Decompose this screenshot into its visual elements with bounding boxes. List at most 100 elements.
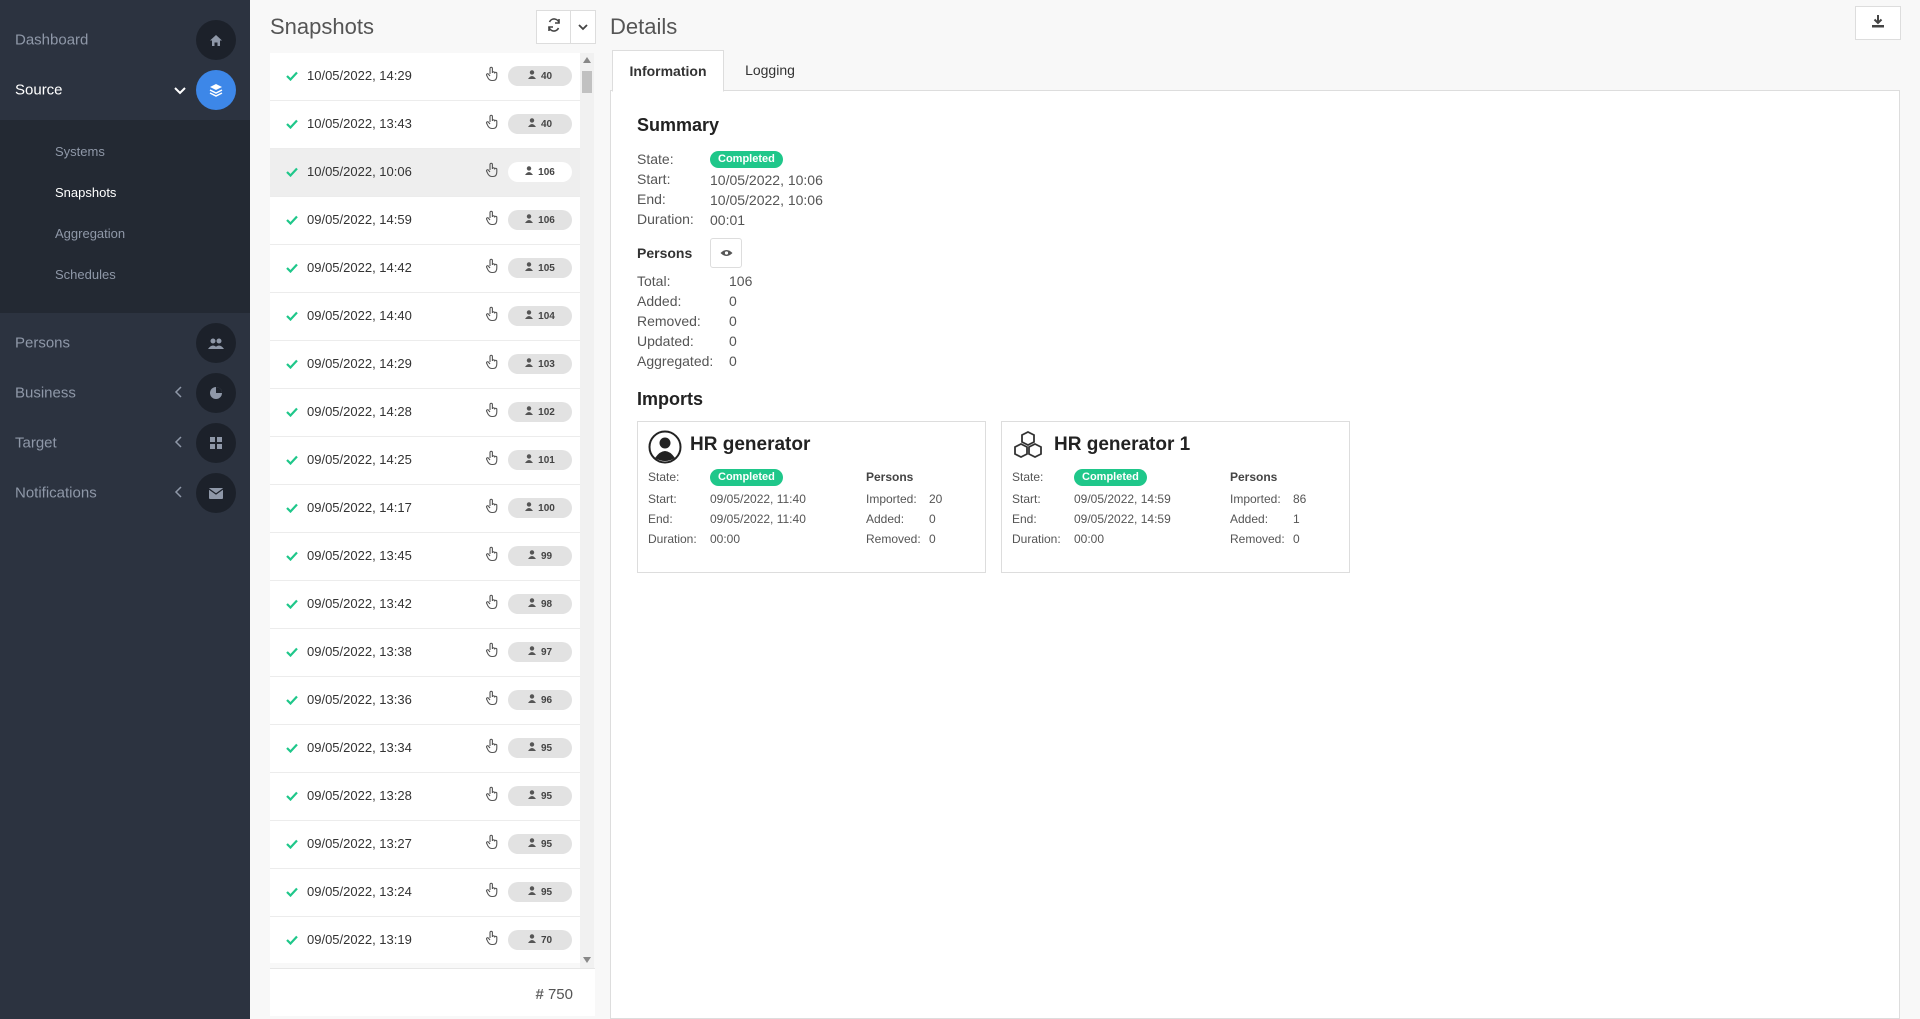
check-icon [286, 788, 298, 806]
snapshot-row[interactable]: 10/05/2022, 10:06 106 [270, 149, 580, 197]
import-end-label: End: [648, 512, 673, 526]
hand-pointer-icon[interactable] [485, 546, 499, 567]
snapshot-row[interactable]: 09/05/2022, 14:29 103 [270, 341, 580, 389]
import-added-label: Added: [866, 512, 905, 526]
hand-pointer-icon[interactable] [485, 594, 499, 615]
check-icon [286, 692, 298, 710]
subnav-systems[interactable]: Systems [55, 144, 105, 159]
scroll-down-arrow-icon[interactable] [583, 957, 591, 963]
subnav-schedules[interactable]: Schedules [55, 267, 116, 282]
nav-target[interactable]: Target [0, 418, 250, 468]
person-count: 95 [540, 886, 553, 898]
envelope-icon[interactable] [196, 473, 236, 513]
hand-pointer-icon[interactable] [485, 930, 499, 951]
nav-notifications[interactable]: Notifications [0, 468, 250, 518]
person-count: 103 [538, 358, 555, 370]
refresh-button[interactable] [536, 10, 572, 44]
snapshot-row[interactable]: 09/05/2022, 14:59 106 [270, 197, 580, 245]
hand-pointer-icon[interactable] [485, 402, 499, 423]
snapshot-list-scrollbar[interactable] [580, 53, 594, 968]
hand-pointer-icon[interactable] [485, 162, 499, 183]
summary-heading: Summary [637, 115, 720, 135]
chevron-left-icon [174, 435, 182, 451]
tab-information[interactable]: Information [612, 50, 724, 92]
snapshot-row[interactable]: 10/05/2022, 13:43 40 [270, 101, 580, 149]
snapshot-row[interactable]: 09/05/2022, 13:34 95 [270, 725, 580, 773]
snapshot-row[interactable]: 09/05/2022, 13:36 96 [270, 677, 580, 725]
import-card[interactable]: HR generator 1 State: Completed Start: 0… [1001, 421, 1350, 573]
snapshot-total-value: 750 [547, 986, 573, 1003]
users-icon[interactable] [196, 323, 236, 363]
person-count: 95 [540, 790, 553, 802]
persons-removed-label: Removed: [637, 313, 701, 329]
snapshot-row[interactable]: 10/05/2022, 14:29 40 [270, 53, 580, 101]
snapshot-row[interactable]: 09/05/2022, 13:38 97 [270, 629, 580, 677]
person-count-badge: 40 [508, 66, 572, 86]
nav-persons[interactable]: Persons [0, 318, 250, 368]
snapshot-row[interactable]: 09/05/2022, 14:40 104 [270, 293, 580, 341]
snapshot-date: 10/05/2022, 10:06 [307, 164, 412, 179]
check-icon [286, 404, 298, 422]
hand-pointer-icon[interactable] [485, 114, 499, 135]
tab-logging[interactable]: Logging [724, 50, 816, 90]
import-added-label: Added: [1230, 512, 1269, 526]
snapshot-date: 10/05/2022, 13:43 [307, 116, 412, 131]
hand-pointer-icon[interactable] [485, 450, 499, 471]
scroll-up-arrow-icon[interactable] [583, 57, 591, 63]
scroll-thumb[interactable] [582, 71, 592, 93]
snapshot-row[interactable]: 09/05/2022, 14:42 105 [270, 245, 580, 293]
hand-pointer-icon[interactable] [485, 882, 499, 903]
hand-pointer-icon[interactable] [485, 354, 499, 375]
snapshot-row[interactable]: 09/05/2022, 14:28 102 [270, 389, 580, 437]
refresh-dropdown-button[interactable] [570, 10, 596, 44]
user-icon [525, 454, 534, 466]
import-imported-label: Imported: [1230, 492, 1281, 506]
layers-icon[interactable] [196, 70, 236, 110]
view-persons-button[interactable] [710, 238, 742, 268]
hand-pointer-icon[interactable] [485, 738, 499, 759]
import-name: HR generator 1 [1054, 434, 1191, 455]
snapshot-row[interactable]: 09/05/2022, 13:27 95 [270, 821, 580, 869]
snapshot-date: 09/05/2022, 13:34 [307, 740, 412, 755]
snapshot-row[interactable]: 09/05/2022, 13:42 98 [270, 581, 580, 629]
hand-pointer-icon[interactable] [485, 66, 499, 87]
hand-pointer-icon[interactable] [485, 642, 499, 663]
hand-pointer-icon[interactable] [485, 834, 499, 855]
hand-pointer-icon[interactable] [485, 786, 499, 807]
hand-pointer-icon[interactable] [485, 210, 499, 231]
snapshot-row[interactable]: 09/05/2022, 13:45 99 [270, 533, 580, 581]
snapshots-title: Snapshots [270, 14, 374, 39]
snapshot-row[interactable]: 09/05/2022, 13:19 70 [270, 917, 580, 963]
person-count-badge: 102 [508, 402, 572, 422]
hand-pointer-icon[interactable] [485, 258, 499, 279]
snapshot-row[interactable]: 09/05/2022, 13:28 95 [270, 773, 580, 821]
snapshot-row[interactable]: 09/05/2022, 14:25 101 [270, 437, 580, 485]
check-icon [286, 884, 298, 902]
user-icon [525, 358, 534, 370]
snapshot-row[interactable]: 09/05/2022, 13:24 95 [270, 869, 580, 917]
home-icon[interactable] [196, 20, 236, 60]
import-card[interactable]: HR generator State: Completed Start: 09/… [637, 421, 986, 573]
person-count: 95 [540, 742, 553, 754]
hand-pointer-icon[interactable] [485, 690, 499, 711]
snapshot-row[interactable]: 09/05/2022, 14:17 100 [270, 485, 580, 533]
pie-chart-icon[interactable] [196, 373, 236, 413]
nav-source[interactable]: Source [0, 65, 250, 115]
hand-pointer-icon[interactable] [485, 306, 499, 327]
grid-icon[interactable] [196, 423, 236, 463]
import-start-label: Start: [648, 492, 677, 506]
subnav-snapshots[interactable]: Snapshots [55, 185, 116, 200]
subnav-aggregation[interactable]: Aggregation [55, 226, 125, 241]
download-button[interactable] [1855, 6, 1901, 40]
person-count: 40 [540, 70, 553, 82]
nav-business[interactable]: Business [0, 368, 250, 418]
persons-updated-value: 0 [729, 333, 737, 349]
imports-heading: Imports [637, 389, 704, 409]
snapshot-date: 09/05/2022, 14:42 [307, 260, 412, 275]
nav-dashboard[interactable]: Dashboard [0, 15, 250, 65]
persons-added-label: Added: [637, 293, 682, 309]
import-start-value: 09/05/2022, 11:40 [710, 492, 806, 506]
person-count-badge: 103 [508, 354, 572, 374]
import-status-badge: Completed [710, 469, 783, 486]
hand-pointer-icon[interactable] [485, 498, 499, 519]
